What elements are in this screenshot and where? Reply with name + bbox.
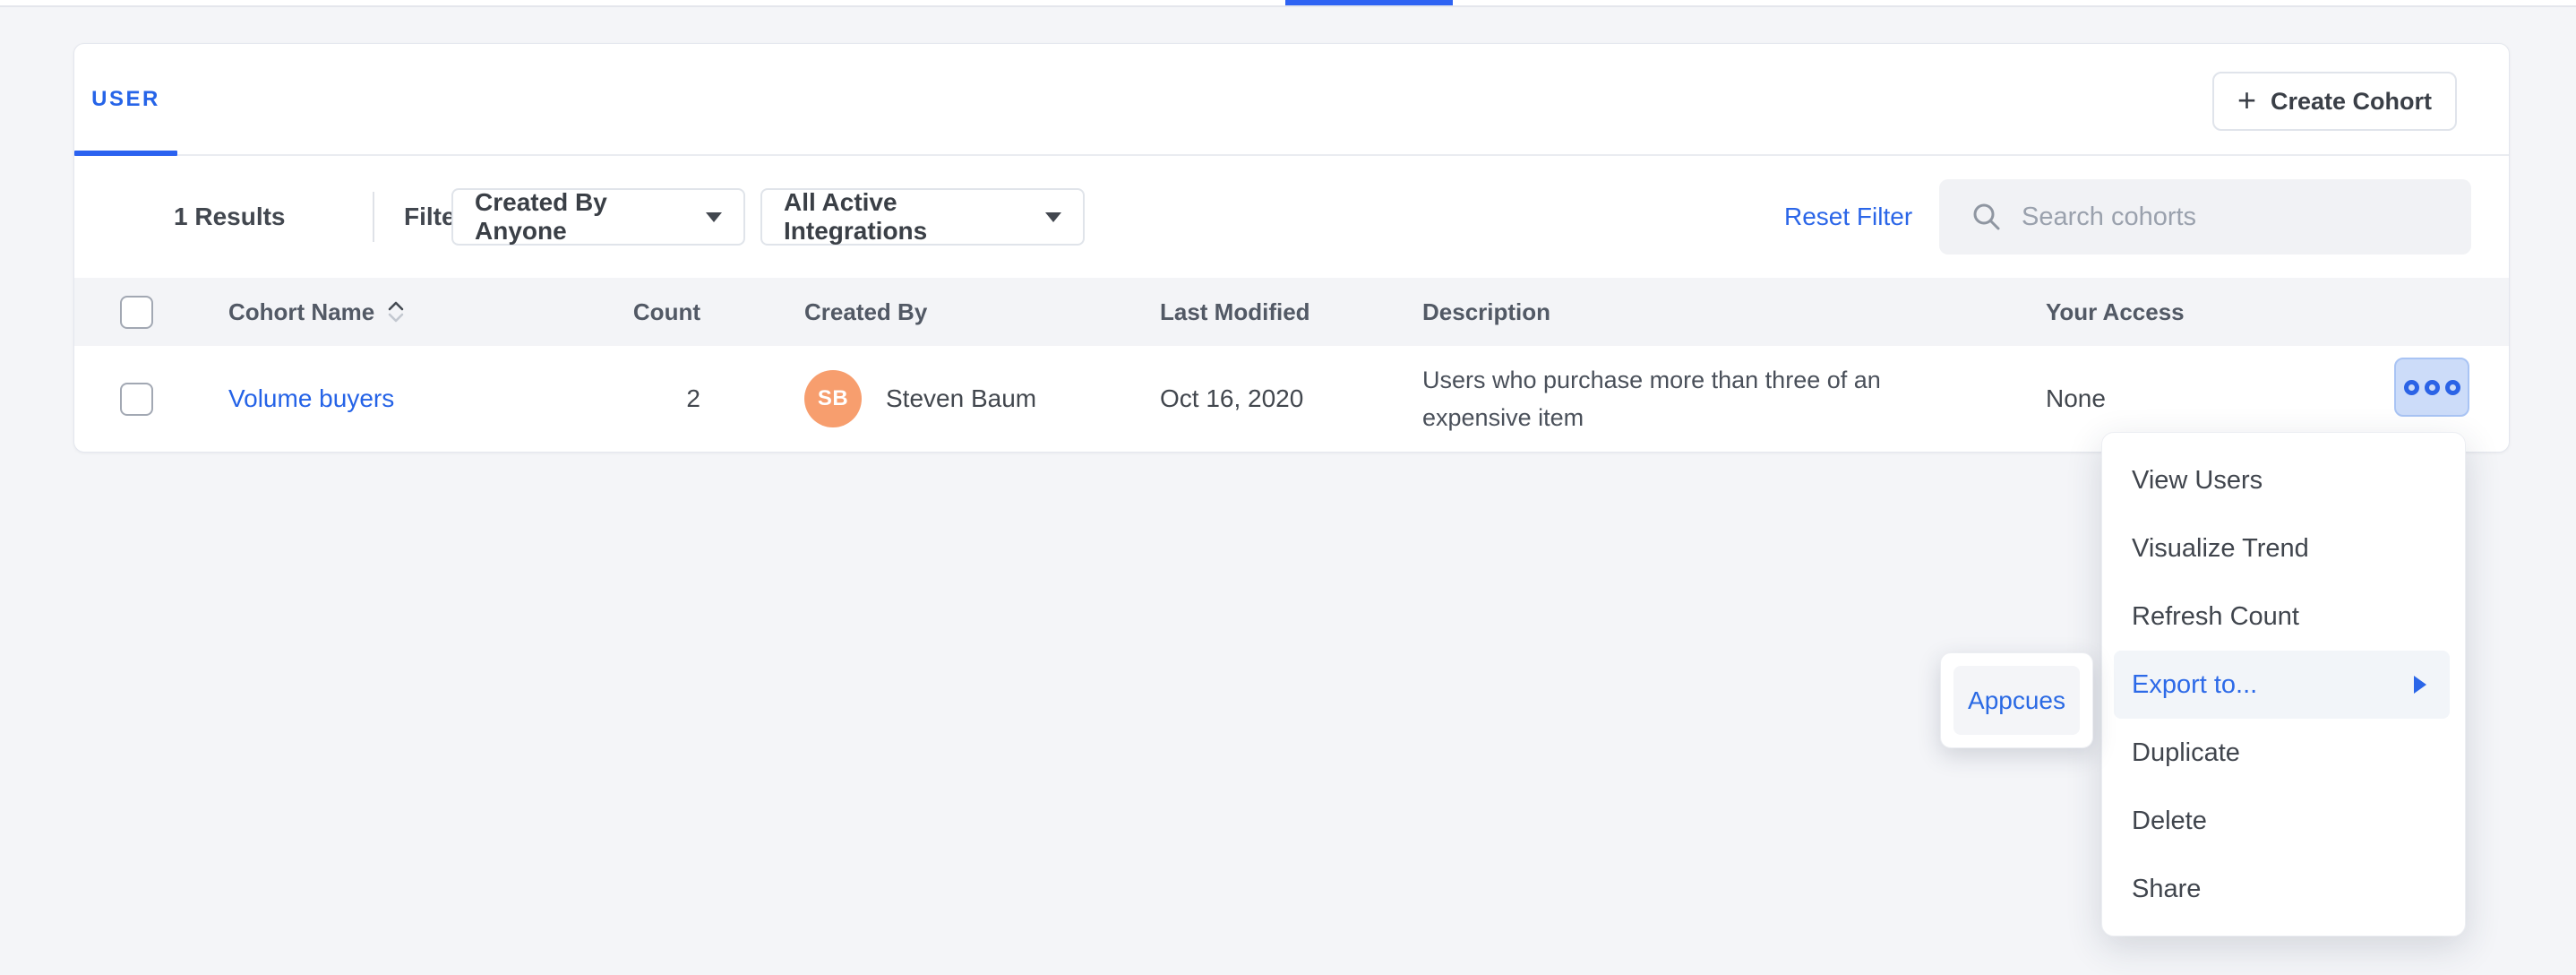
cohorts-card: USER + Create Cohort 1 Results Filter by… xyxy=(73,43,2510,453)
row-checkbox[interactable] xyxy=(120,383,153,416)
export-submenu: Appcues xyxy=(1940,652,2093,748)
create-cohort-label: Create Cohort xyxy=(2271,88,2432,116)
sort-icon[interactable] xyxy=(385,299,407,324)
active-nav-indicator xyxy=(1285,0,1453,5)
avatar-initials: SB xyxy=(818,386,848,411)
caret-down-icon xyxy=(1045,212,1061,222)
ellipsis-icon xyxy=(2404,380,2419,395)
search-icon xyxy=(1971,202,2002,232)
menu-item-export-to[interactable]: Export to... xyxy=(2114,651,2450,719)
arrow-right-icon xyxy=(2414,676,2426,694)
created-by-dropdown[interactable]: Created By Anyone xyxy=(451,188,745,246)
menu-item-view-users[interactable]: View Users xyxy=(2102,446,2465,514)
menu-item-share[interactable]: Share xyxy=(2102,855,2465,923)
integrations-dropdown-value: All Active Integrations xyxy=(784,188,1029,246)
caret-down-icon xyxy=(706,212,722,222)
menu-item-duplicate[interactable]: Duplicate xyxy=(2102,719,2465,787)
header-your-access: Your Access xyxy=(2046,298,2185,326)
integrations-dropdown[interactable]: All Active Integrations xyxy=(760,188,1085,246)
access-value: None xyxy=(2046,384,2106,413)
header-last-modified: Last Modified xyxy=(1160,298,1310,326)
tab-user[interactable]: USER xyxy=(74,44,177,154)
tab-bar: USER + Create Cohort xyxy=(74,44,2509,156)
row-actions-button[interactable] xyxy=(2394,358,2469,417)
ellipsis-icon xyxy=(2445,380,2460,395)
filter-bar: 1 Results Filter by Created By Anyone Al… xyxy=(74,156,2509,278)
ellipsis-icon xyxy=(2425,380,2440,395)
avatar: SB xyxy=(804,370,862,427)
reset-filter-link[interactable]: Reset Filter xyxy=(1784,203,1912,231)
header-created-by: Created By xyxy=(804,298,927,326)
menu-item-refresh-count[interactable]: Refresh Count xyxy=(2102,582,2465,651)
created-by-dropdown-value: Created By Anyone xyxy=(475,188,690,246)
select-all-checkbox[interactable] xyxy=(120,296,153,329)
header-cohort-name: Cohort Name xyxy=(228,298,374,326)
results-count: 1 Results xyxy=(174,203,286,231)
last-modified-date: Oct 16, 2020 xyxy=(1160,384,1303,413)
tab-user-label: USER xyxy=(91,87,160,112)
menu-item-delete[interactable]: Delete xyxy=(2102,787,2465,855)
cohort-name-link[interactable]: Volume buyers xyxy=(228,384,394,413)
creator-name: Steven Baum xyxy=(886,384,1036,413)
menu-item-visualize-trend[interactable]: Visualize Trend xyxy=(2102,514,2465,582)
menu-item-appcues[interactable]: Appcues xyxy=(1953,666,2080,735)
menu-item-export-to-label: Export to... xyxy=(2132,670,2257,700)
create-cohort-button[interactable]: + Create Cohort xyxy=(2212,72,2457,131)
filter-divider xyxy=(373,192,374,242)
top-nav-edge xyxy=(0,0,2576,7)
search-box xyxy=(1939,179,2471,255)
row-actions-menu: View Users Visualize Trend Refresh Count… xyxy=(2101,432,2466,936)
table-header: Cohort Name Count Created By Last Modifi… xyxy=(74,278,2509,346)
cohort-count: 2 xyxy=(686,384,700,413)
header-count: Count xyxy=(633,298,700,326)
search-input[interactable] xyxy=(2020,202,2471,233)
cohort-description: Users who purchase more than three of an… xyxy=(1422,361,1960,436)
header-description: Description xyxy=(1422,298,1550,326)
